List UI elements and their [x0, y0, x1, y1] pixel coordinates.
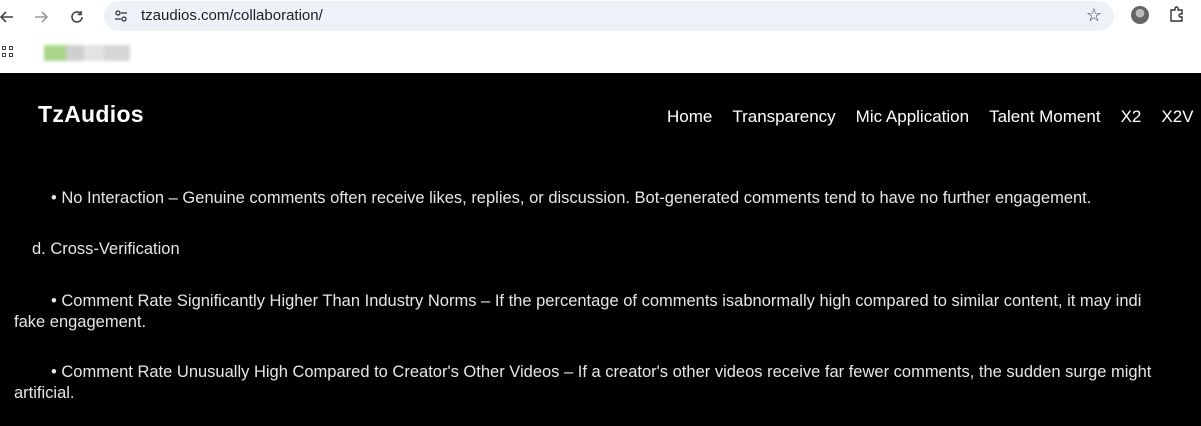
bullet-comment-rate-creator-line1: • Comment Rate Unusually High Compared t…	[51, 363, 1152, 381]
nav-x2v[interactable]: X2V	[1161, 107, 1193, 127]
nav-home[interactable]: Home	[667, 107, 712, 127]
reload-icon[interactable]	[66, 6, 88, 28]
nav-mic-application[interactable]: Mic Application	[856, 107, 969, 127]
nav-x2[interactable]: X2	[1121, 107, 1142, 127]
avatar-icon[interactable]	[1131, 6, 1149, 24]
bullet-comment-rate-creator-line2: artificial.	[14, 384, 75, 402]
bookmarks-bar	[0, 36, 1201, 73]
puzzle-icon[interactable]	[1168, 5, 1186, 23]
web-page: TzAudios Home Transparency Mic Applicati…	[0, 73, 1201, 426]
bullet-comment-rate-industry-line2: fake engagement.	[14, 313, 147, 331]
forward-icon[interactable]	[30, 6, 52, 28]
address-bar[interactable]: tzaudios.com/collaboration/ ☆	[104, 1, 1114, 31]
site-logo[interactable]: TzAudios	[38, 101, 144, 128]
back-icon[interactable]	[0, 6, 18, 28]
star-icon[interactable]: ☆	[1086, 5, 1102, 26]
bullet-comment-rate-industry-line1: • Comment Rate Significantly Higher Than…	[51, 292, 1142, 310]
nav-transparency[interactable]: Transparency	[732, 107, 835, 127]
heading-cross-verification: d. Cross-Verification	[32, 240, 180, 258]
bullet-no-interaction: • No Interaction – Genuine comments ofte…	[51, 189, 1092, 207]
browser-chrome: tzaudios.com/collaboration/ ☆	[0, 0, 1201, 73]
browser-toolbar: tzaudios.com/collaboration/ ☆	[0, 0, 1201, 36]
blurred-bookmark[interactable]	[44, 45, 130, 61]
apps-grid-icon[interactable]	[2, 46, 16, 60]
main-nav: Home Transparency Mic Application Talent…	[667, 107, 1194, 127]
url-text[interactable]: tzaudios.com/collaboration/	[141, 7, 323, 24]
nav-talent-moment[interactable]: Talent Moment	[989, 107, 1101, 127]
tune-icon[interactable]	[113, 8, 129, 24]
